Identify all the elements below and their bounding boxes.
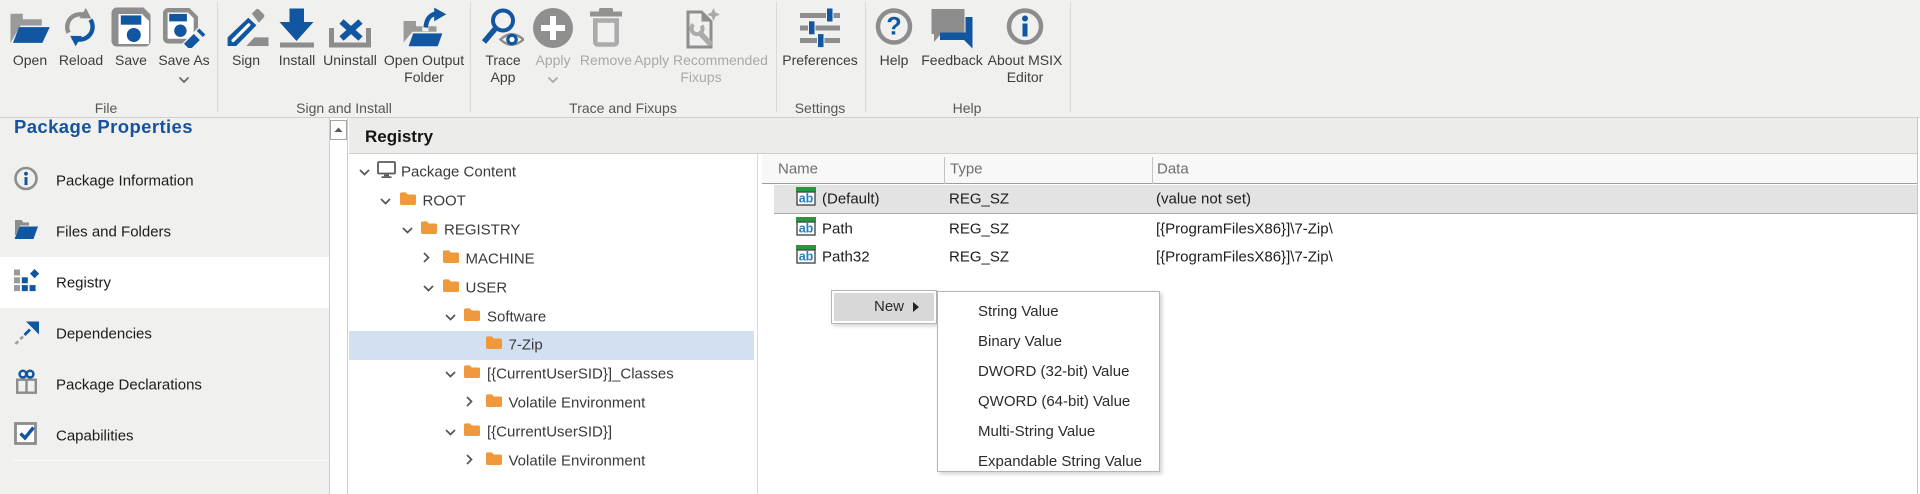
svg-text:?: ? [886,13,901,41]
svg-text:ab: ab [799,192,814,206]
svg-text:ab: ab [799,250,814,264]
svg-text:ab: ab [799,221,814,235]
